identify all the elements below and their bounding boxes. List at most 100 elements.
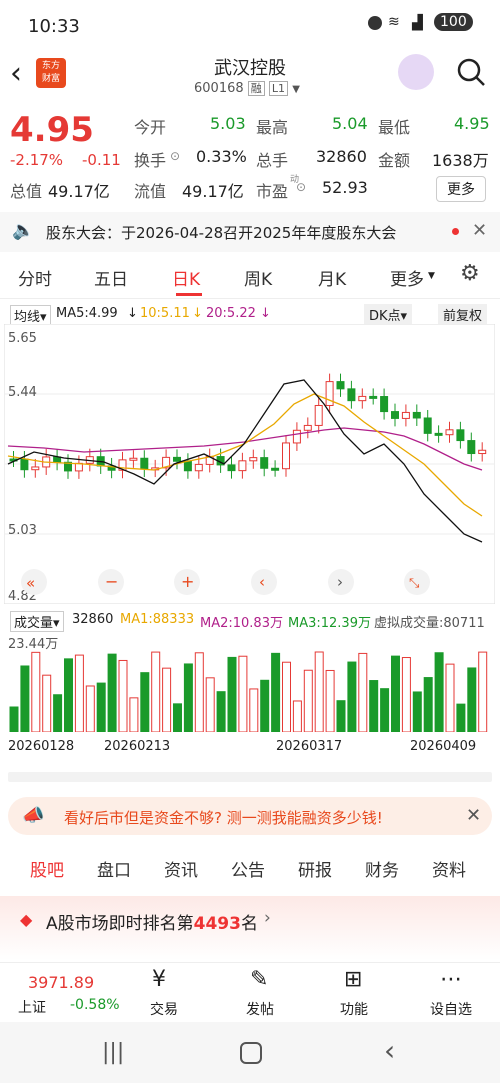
virtual-volume: 虚拟成交量:80711 bbox=[374, 616, 485, 631]
candle bbox=[401, 411, 410, 419]
candle bbox=[369, 395, 378, 399]
recent-apps-icon[interactable]: ||| bbox=[102, 1040, 124, 1065]
candle bbox=[478, 449, 487, 455]
candle bbox=[194, 463, 203, 472]
candle bbox=[129, 457, 138, 461]
tab-monthly-k[interactable]: 月K bbox=[318, 265, 346, 290]
float-label: 流值 bbox=[134, 182, 167, 201]
ma10-label: 10:5.11 bbox=[140, 306, 190, 321]
tab-weekly-k[interactable]: 周K bbox=[244, 265, 272, 290]
arrow-icon: ↓ bbox=[192, 306, 203, 321]
trade-icon[interactable]: ¥ bbox=[152, 967, 166, 992]
volume-bar bbox=[358, 652, 368, 732]
high-label: 最高 bbox=[256, 118, 289, 137]
close-icon[interactable]: ✕ bbox=[466, 805, 481, 826]
adjust-button[interactable]: 前复权 bbox=[438, 304, 488, 325]
volume-bar bbox=[347, 661, 357, 732]
back-nav-icon[interactable]: ‹ bbox=[384, 1034, 395, 1067]
open-label: 今开 bbox=[134, 118, 167, 137]
candle bbox=[282, 442, 290, 470]
candle bbox=[183, 460, 192, 472]
home-icon[interactable] bbox=[240, 1042, 262, 1064]
robot-avatar[interactable] bbox=[398, 54, 434, 90]
volume-bar bbox=[64, 658, 73, 732]
watchlist-icon[interactable]: ⋯ bbox=[440, 967, 462, 992]
amount-value: 1638万 bbox=[432, 151, 489, 170]
candle bbox=[423, 417, 432, 434]
volume-bar bbox=[85, 685, 95, 732]
tab-announcements[interactable]: 公告 bbox=[231, 856, 265, 881]
date-label: 20260213 bbox=[104, 739, 171, 754]
stock-header: ‹ 东方 财富 武汉控股 600168 融 L1 ▼ bbox=[0, 52, 500, 100]
close-icon[interactable]: ✕ bbox=[472, 220, 487, 241]
notice-bar[interactable]: 🔈 股东大会：于2026-04-28召开2025年年度股东大会 ✕ bbox=[0, 212, 500, 252]
dk-point-button[interactable]: DK点▾ bbox=[364, 304, 413, 325]
candle bbox=[303, 424, 312, 431]
info-icon[interactable]: ⊙ bbox=[170, 149, 180, 163]
volume-bar bbox=[227, 656, 237, 732]
tab-orderbook[interactable]: 盘口 bbox=[97, 856, 131, 881]
tab-forum[interactable]: 股吧 bbox=[30, 856, 64, 881]
mcap-label: 总值 bbox=[10, 182, 43, 201]
svg-text:⤡: ⤡ bbox=[409, 576, 420, 591]
nav-watchlist[interactable]: 设自选 bbox=[430, 999, 472, 1019]
quote-panel: 4.95 -2.17% -0.11 今开 5.03 最高 5.04 最低 4.9… bbox=[0, 100, 500, 205]
open-value: 5.03 bbox=[210, 114, 246, 133]
volume-bar bbox=[282, 661, 291, 732]
nav-trade[interactable]: 交易 bbox=[150, 999, 178, 1019]
function-icon[interactable]: ⊞ bbox=[344, 967, 362, 992]
volume-bar bbox=[107, 653, 117, 732]
volume-bar bbox=[118, 659, 128, 732]
arrow-icon: ↓ bbox=[127, 306, 138, 321]
kline-chart[interactable]: 5.65 5.44 5.03 4.82 « − + ‹ › ⤡ bbox=[4, 324, 495, 604]
tab-financials[interactable]: 财务 bbox=[365, 856, 399, 881]
promo-banner[interactable]: 📣 看好后市但是资金不够? 测一测我能融资多少钱! ✕ bbox=[8, 797, 492, 835]
tab-news[interactable]: 资讯 bbox=[164, 856, 198, 881]
low-value: 4.95 bbox=[454, 114, 490, 133]
volume-bar bbox=[292, 700, 302, 732]
volume-bar bbox=[162, 667, 172, 732]
tab-5day[interactable]: 五日 bbox=[94, 265, 128, 290]
date-label: 20260128 bbox=[8, 739, 75, 754]
volume-bar bbox=[249, 688, 259, 732]
rank-text: A股市场即时排名第4493名 bbox=[46, 914, 258, 934]
volume-select[interactable]: 成交量▾ bbox=[10, 611, 64, 632]
volume-chart[interactable]: 23.44万 bbox=[4, 632, 495, 732]
more-button[interactable]: 更多 bbox=[436, 176, 486, 202]
candle bbox=[314, 404, 323, 426]
candle bbox=[456, 429, 465, 442]
ma20-label: 20:5.22 bbox=[206, 306, 256, 321]
status-bar: 10:33 ≋ ▟ 100 bbox=[0, 0, 500, 52]
tab-profile[interactable]: 资料 bbox=[432, 856, 466, 881]
svg-text:+: + bbox=[181, 572, 194, 591]
rank-card[interactable]: ◆ A股市场即时排名第4493名 › bbox=[0, 896, 500, 960]
tab-intraday[interactable]: 分时 bbox=[18, 265, 52, 290]
volume-bar bbox=[42, 674, 52, 732]
pe-value: 52.93 bbox=[322, 178, 368, 197]
period-tabs: 分时 五日 日K 周K 月K 更多 ▼ ⚙ bbox=[0, 255, 500, 299]
svg-text:›: › bbox=[337, 573, 343, 591]
tab-more[interactable]: 更多 bbox=[390, 265, 424, 290]
tab-research[interactable]: 研报 bbox=[298, 856, 332, 881]
candle bbox=[20, 458, 29, 471]
volume-bar bbox=[380, 688, 390, 732]
float-value: 49.17亿 bbox=[182, 182, 244, 201]
nav-function[interactable]: 功能 bbox=[340, 999, 368, 1019]
nav-post[interactable]: 发帖 bbox=[246, 999, 274, 1019]
volume-bar bbox=[205, 677, 215, 732]
volume-bar bbox=[412, 691, 422, 732]
settings-icon[interactable]: ⚙ bbox=[460, 261, 480, 286]
tab-daily-k[interactable]: 日K bbox=[172, 265, 200, 290]
search-icon[interactable] bbox=[455, 56, 487, 88]
indicator-select[interactable]: 均线▾ bbox=[10, 305, 51, 326]
svg-text:‹: ‹ bbox=[259, 573, 265, 591]
date-label: 20260317 bbox=[276, 739, 343, 754]
pe-info-icon[interactable]: ⊙ bbox=[296, 180, 306, 194]
turnover-label: 换手 bbox=[134, 151, 167, 170]
post-icon[interactable]: ✎ bbox=[250, 967, 268, 992]
rank-icon: ◆ bbox=[20, 910, 33, 929]
candle bbox=[249, 457, 258, 462]
change-value: -0.11 bbox=[82, 151, 121, 169]
chart-scrollbar[interactable] bbox=[8, 772, 492, 782]
ylabel-2: 5.44 bbox=[8, 385, 37, 400]
